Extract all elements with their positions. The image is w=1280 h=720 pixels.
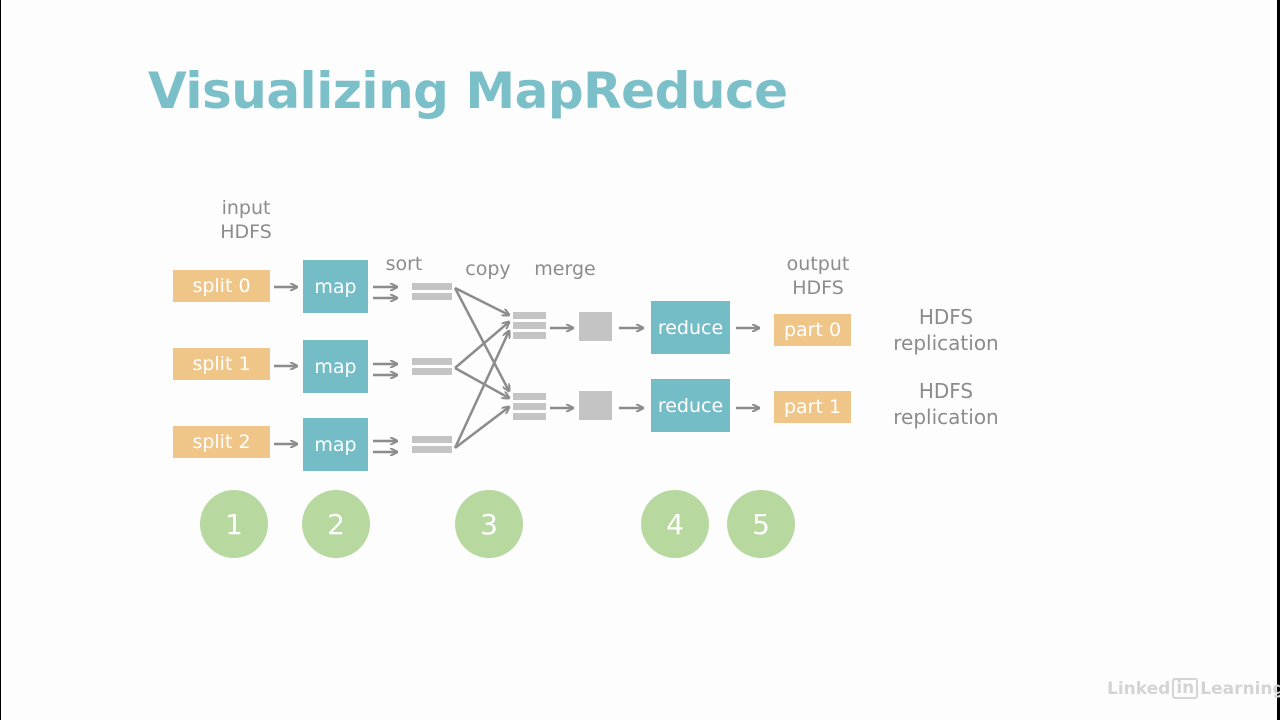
merged-data-block <box>579 312 612 341</box>
step-circle-2: 2 <box>302 490 370 558</box>
logo-linked-text: Linked <box>1107 678 1171 699</box>
step-circle-1: 1 <box>200 490 268 558</box>
logo-learning-text: Learning <box>1200 678 1280 699</box>
step-circle-3: 3 <box>455 490 523 558</box>
copied-data-block <box>513 312 546 319</box>
sorted-data-block <box>412 358 452 365</box>
dataflow-connectors <box>274 283 1280 720</box>
step-circle-4: 4 <box>641 490 709 558</box>
sorted-data-block <box>412 293 452 300</box>
copied-data-block <box>513 413 546 420</box>
sorted-data-block <box>412 436 452 443</box>
merged-data-block <box>579 391 612 420</box>
copy-arrow <box>453 331 509 449</box>
copy-arrow <box>454 366 509 398</box>
copied-data-block <box>513 393 546 400</box>
copied-data-block <box>513 403 546 410</box>
step-circle-5: 5 <box>727 490 795 558</box>
copied-data-block <box>513 322 546 329</box>
copy-arrow <box>453 287 509 391</box>
copied-data-block <box>513 332 546 339</box>
copy-arrow <box>454 322 509 369</box>
sorted-data-block <box>412 368 452 375</box>
sorted-data-block <box>412 283 452 290</box>
logo-in-badge: in <box>1172 678 1199 699</box>
sorted-data-block <box>412 446 452 453</box>
linkedin-learning-logo: Linked in Learning <box>1107 678 1280 699</box>
